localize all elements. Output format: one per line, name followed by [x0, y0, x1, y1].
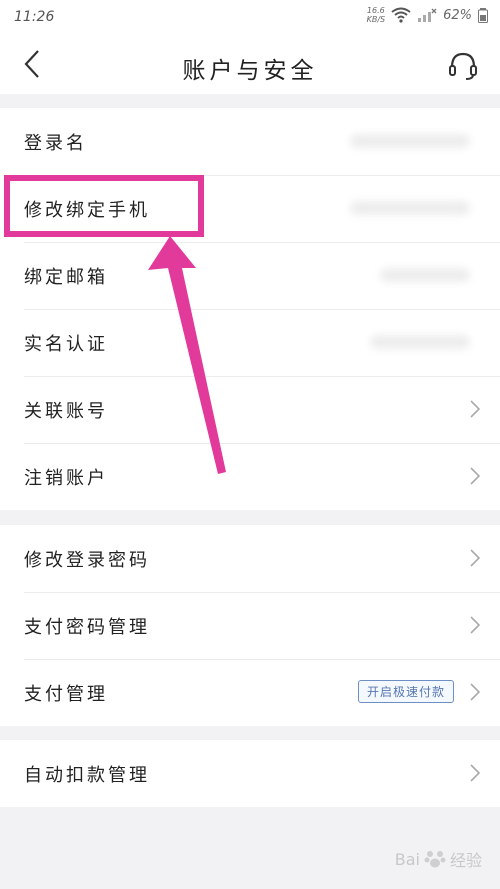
- watermark-suffix: 经验: [449, 851, 482, 870]
- annotation-arrow-icon: [148, 236, 226, 474]
- watermark: Bai 经验: [395, 847, 482, 871]
- paw-icon: [424, 851, 446, 868]
- watermark-text: Bai: [394, 849, 420, 869]
